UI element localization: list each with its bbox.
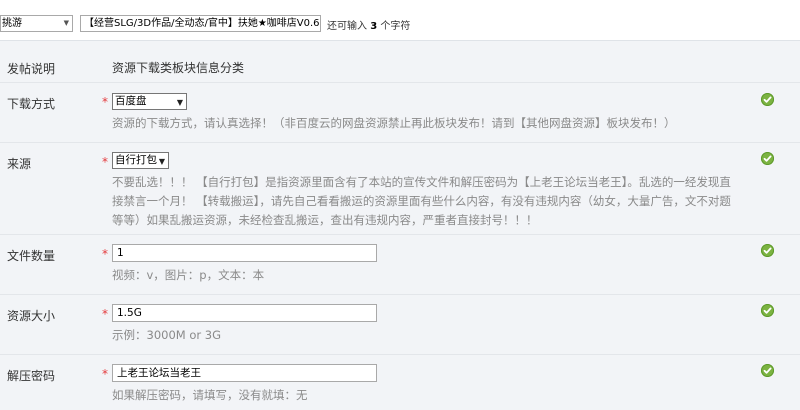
required-mark: * <box>102 307 108 321</box>
download-method-value: 百度盘 <box>115 95 147 107</box>
file-count-input[interactable]: 1 <box>112 244 377 262</box>
category-select-value: 挑游 <box>2 18 22 29</box>
source-tip-line-1: 不要乱选！！！ 【自行打包】是指资源里面含有了本站的宣传文件和解压密码为【上老王… <box>112 175 731 189</box>
form-header-row: 发帖说明 资源下载类板块信息分类 <box>0 41 800 83</box>
download-method-tip: 资源的下载方式，请认真选择！（非百度云的网盘资源禁止再此板块发布！请到【其他网盘… <box>112 116 676 130</box>
valid-check-icon <box>761 304 774 317</box>
valid-check-icon <box>761 364 774 377</box>
remaining-chars-hint: 还可输入 3 个字符 <box>327 17 410 32</box>
valid-check-icon <box>761 152 774 165</box>
file-count-tip: 视频：v，图片：p，文本：本 <box>112 268 265 282</box>
chevron-down-icon: ▼ <box>63 19 69 27</box>
unzip-password-label: 解压密码 <box>7 369 56 383</box>
chevron-down-icon: ▼ <box>158 157 165 166</box>
source-row: 来源 * 自行打包 ▼ 不要乱选！！！ 【自行打包】是指资源里面含有了本站的宣传… <box>0 143 800 235</box>
download-method-label: 下载方式 <box>7 97 56 111</box>
unzip-password-row: 解压密码 * 上老王论坛当老王 如果解压密码，请填写，没有就填：无 <box>0 355 800 410</box>
file-count-label: 文件数量 <box>7 249 56 263</box>
resource-size-row: 资源大小 * 1.5G 示例：3000M or 3G <box>0 295 800 355</box>
title-input[interactable]: 【经营SLG/3D作品/全动态/官中】扶她★咖啡店V0.6.0 S <box>80 15 321 32</box>
valid-check-icon <box>761 244 774 257</box>
source-value: 自行打包 <box>115 154 157 166</box>
resource-size-input[interactable]: 1.5G <box>112 304 377 322</box>
source-select[interactable]: 自行打包 ▼ <box>112 152 169 169</box>
post-title-bar: 挑游 ▼ 【经营SLG/3D作品/全动态/官中】扶她★咖啡店V0.6.0 S 还… <box>0 0 800 40</box>
source-tip-line-3: 等等）如果乱搬运资源，未经检查乱搬运，查出有违规内容，严重者直接封号！！！ <box>112 213 538 227</box>
valid-check-icon <box>761 93 774 106</box>
required-mark: * <box>102 95 108 109</box>
download-method-row: 下载方式 * 百度盘 ▼ 资源的下载方式，请认真选择！（非百度云的网盘资源禁止再… <box>0 83 800 143</box>
resource-size-tip: 示例：3000M or 3G <box>112 328 221 342</box>
post-description-label: 发帖说明 <box>7 62 56 76</box>
required-mark: * <box>102 247 108 261</box>
file-count-row: 文件数量 * 1 视频：v，图片：p，文本：本 <box>0 235 800 295</box>
required-mark: * <box>102 367 108 381</box>
download-method-select[interactable]: 百度盘 ▼ <box>112 93 187 110</box>
source-tip-line-2: 接禁言一个月！ 【转载搬运】，请先自己看看搬运的资源里面有些什么内容，有没有违规… <box>112 194 731 208</box>
remaining-suffix: 个字符 <box>380 21 411 32</box>
required-mark: * <box>102 155 108 169</box>
unzip-password-input[interactable]: 上老王论坛当老王 <box>112 364 377 382</box>
resource-size-label: 资源大小 <box>7 309 56 323</box>
post-description-text: 资源下载类板块信息分类 <box>112 61 245 75</box>
classification-form: 发帖说明 资源下载类板块信息分类 下载方式 * 百度盘 ▼ 资源的下载方式，请认… <box>0 40 800 410</box>
remaining-count: 3 <box>370 21 378 32</box>
source-label: 来源 <box>7 157 32 171</box>
category-select[interactable]: 挑游 ▼ <box>0 15 73 32</box>
unzip-password-tip: 如果解压密码，请填写，没有就填：无 <box>112 388 308 402</box>
remaining-prefix: 还可输入 <box>327 21 367 32</box>
chevron-down-icon: ▼ <box>176 98 183 107</box>
